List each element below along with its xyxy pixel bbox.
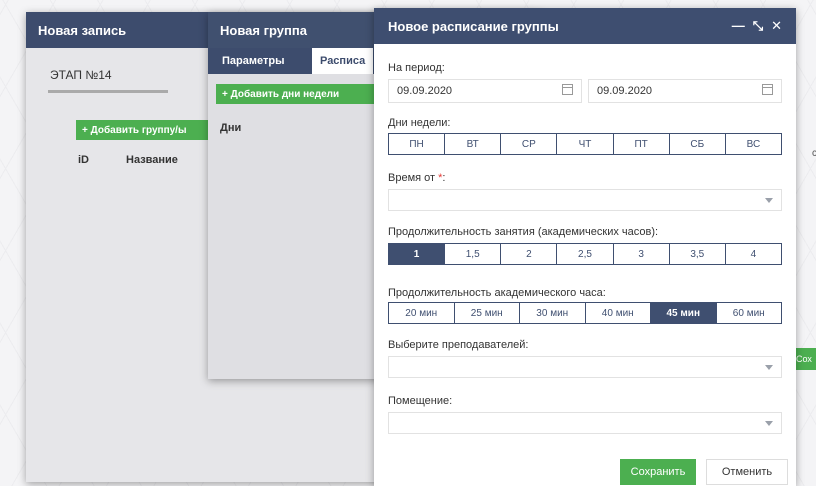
hour-option-20[interactable]: 20 мин	[389, 303, 455, 323]
weekday-sat[interactable]: СБ	[670, 134, 726, 154]
cut-off-save-button[interactable]: Сох	[796, 348, 816, 370]
duration-option-3-5[interactable]: 3,5	[670, 244, 726, 264]
add-weekdays-button[interactable]: + Добавить дни недели	[216, 84, 386, 104]
tab-stage[interactable]: ЭТАП №14	[50, 68, 112, 82]
weekday-mon[interactable]: ПН	[389, 134, 446, 154]
weekday-sun[interactable]: ВС	[726, 134, 781, 154]
duration-option-2-5[interactable]: 2,5	[557, 244, 614, 264]
column-id[interactable]: iD	[78, 154, 89, 166]
minimize-icon[interactable]: —	[732, 18, 745, 34]
dialog-titlebar[interactable]: Новое расписание группы — ⤡ ✕	[374, 8, 796, 44]
cancel-button[interactable]: Отменить	[706, 459, 788, 485]
date-to-input[interactable]: 09.09.2020	[588, 79, 782, 103]
chevron-down-icon[interactable]	[765, 421, 773, 426]
tab-parameters[interactable]: Параметры	[214, 48, 293, 74]
hour-option-25[interactable]: 25 мин	[455, 303, 520, 323]
calendar-icon[interactable]	[762, 84, 773, 95]
weekday-wed[interactable]: СР	[501, 134, 558, 154]
new-schedule-dialog: Новое расписание группы — ⤡ ✕ На период:…	[374, 8, 796, 486]
close-icon[interactable]: ✕	[771, 18, 782, 34]
academic-hour-selector: 20 мин 25 мин 30 мин 40 мин 45 мин 60 ми…	[388, 302, 782, 324]
lesson-duration-label: Продолжительность занятия (академических…	[388, 226, 659, 238]
add-group-button[interactable]: + Добавить группу/ы	[76, 120, 216, 140]
duration-option-2[interactable]: 2	[501, 244, 558, 264]
new-record-title: Новая запись	[38, 22, 127, 38]
save-button[interactable]: Сохранить	[620, 459, 696, 485]
weekday-fri[interactable]: ПТ	[614, 134, 670, 154]
teachers-label: Выберите преподавателей:	[388, 339, 529, 351]
hour-option-40[interactable]: 40 мин	[586, 303, 651, 323]
room-select[interactable]	[388, 412, 782, 434]
lesson-duration-selector: 1 1,5 2 2,5 3 3,5 4	[388, 243, 782, 265]
teachers-select[interactable]	[388, 356, 782, 378]
chevron-down-icon[interactable]	[765, 365, 773, 370]
tab-underline	[48, 90, 168, 93]
maximize-icon[interactable]: ⤡	[753, 18, 763, 34]
days-column-header: Дни	[220, 122, 242, 134]
column-name[interactable]: Название	[126, 154, 178, 166]
hour-option-60[interactable]: 60 мин	[717, 303, 782, 323]
time-from-label: Время от *:	[388, 172, 446, 184]
weekdays-label: Дни недели:	[388, 117, 451, 129]
weekday-thu[interactable]: ЧТ	[557, 134, 614, 154]
tab-schedule[interactable]: Расписа	[312, 48, 374, 74]
date-from-input[interactable]: 09.09.2020	[388, 79, 582, 103]
hour-option-45[interactable]: 45 мин	[651, 303, 717, 323]
duration-option-1-5[interactable]: 1,5	[445, 244, 502, 264]
weekday-selector: ПН ВТ СР ЧТ ПТ СБ ВС	[388, 133, 782, 155]
duration-option-4[interactable]: 4	[726, 244, 781, 264]
date-from-value: 09.09.2020	[397, 85, 453, 97]
room-label: Помещение:	[388, 395, 453, 407]
weekday-tue[interactable]: ВТ	[445, 134, 502, 154]
period-label: На период:	[388, 62, 445, 74]
cut-off-column-label: с	[812, 148, 816, 159]
chevron-down-icon[interactable]	[765, 198, 773, 203]
time-from-select[interactable]	[388, 189, 782, 211]
hour-option-30[interactable]: 30 мин	[520, 303, 586, 323]
duration-option-3[interactable]: 3	[614, 244, 670, 264]
new-group-title: Новая группа	[220, 22, 307, 38]
academic-hour-label: Продолжительность академического часа:	[388, 287, 606, 299]
date-to-value: 09.09.2020	[597, 85, 653, 97]
calendar-icon[interactable]	[562, 84, 573, 95]
dialog-title: Новое расписание группы	[388, 18, 559, 34]
duration-option-1[interactable]: 1	[389, 244, 446, 264]
